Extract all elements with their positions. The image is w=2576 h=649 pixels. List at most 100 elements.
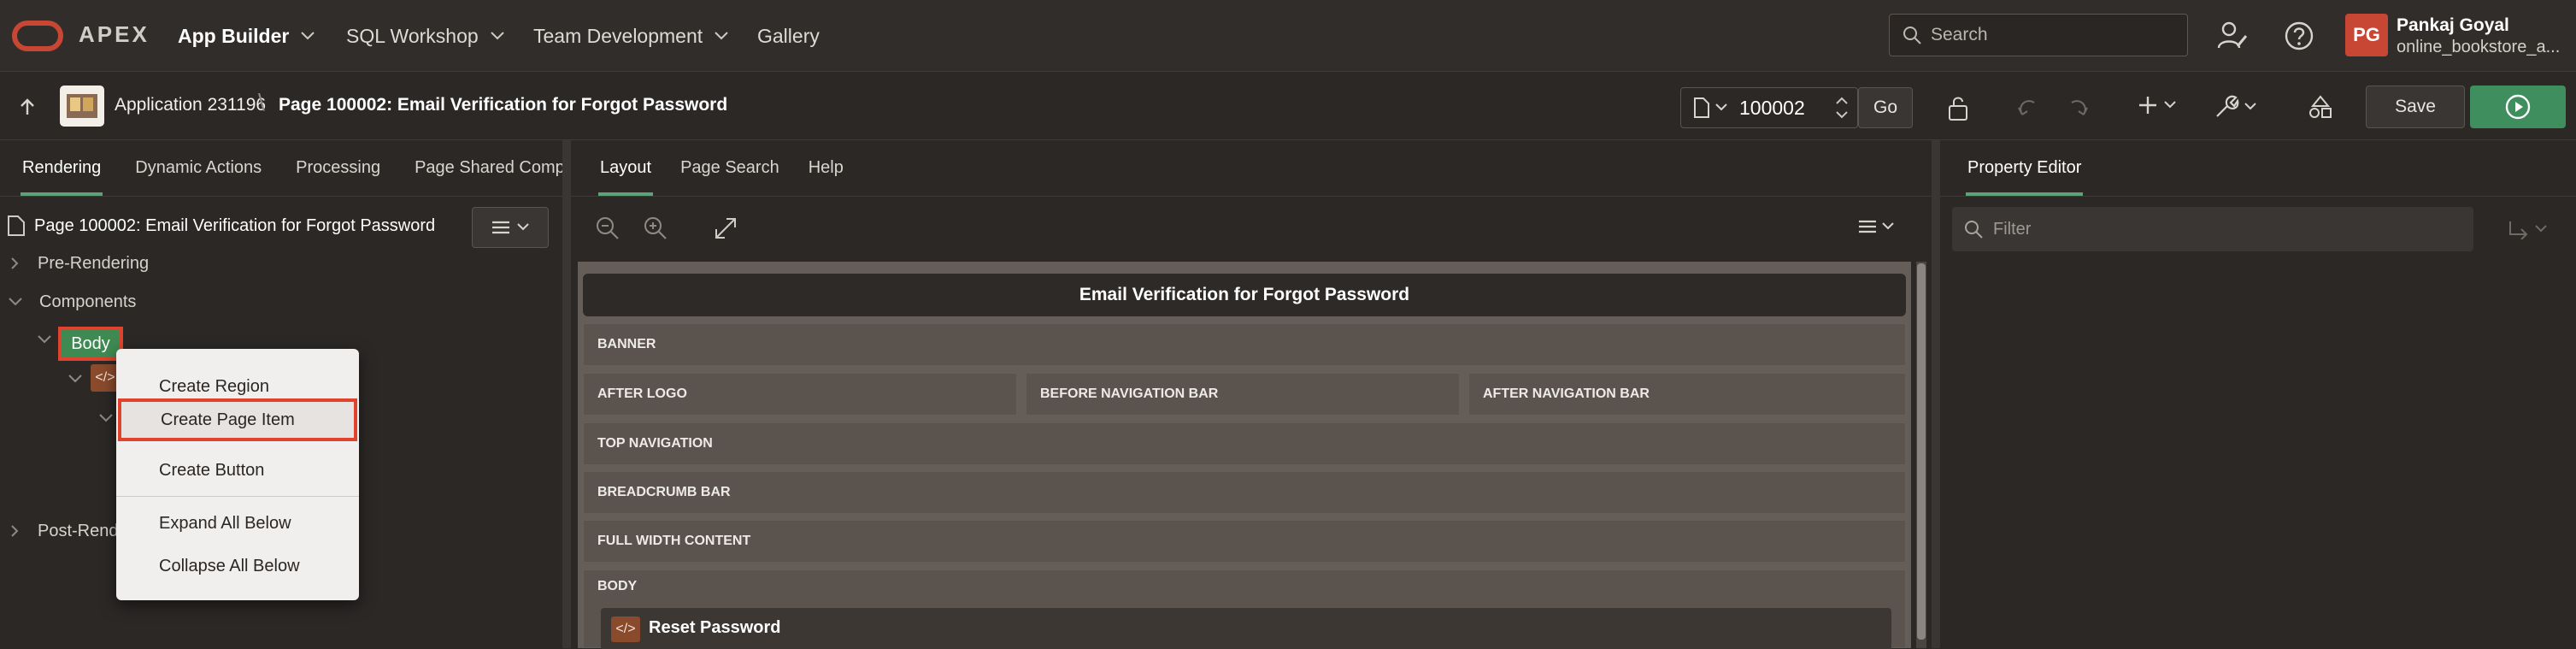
page-icon — [7, 215, 26, 237]
apex-brand[interactable]: APEX — [79, 21, 150, 48]
arrow-return-icon — [2508, 219, 2530, 239]
right-panel: Property Editor Filter — [1940, 140, 2576, 648]
play-icon — [2504, 93, 2532, 121]
filter-placeholder: Filter — [1993, 219, 2032, 239]
chevron-down-icon[interactable] — [38, 335, 51, 344]
application-breadcrumb[interactable]: Application 231196 — [115, 95, 266, 115]
tree-root-page[interactable]: Page 100002: Email Verification for Forg… — [7, 209, 435, 243]
menu-item-collapse-all-below[interactable]: Collapse All Below — [116, 546, 359, 587]
region-banner[interactable]: BANNER — [583, 323, 1906, 366]
center-panel-tabs: Layout Page Search Help — [571, 140, 1932, 197]
tree-label: Components — [39, 292, 137, 311]
menu-item-create-button[interactable]: Create Button — [116, 450, 359, 491]
help-icon[interactable] — [2284, 21, 2314, 51]
page-designer-toolbar: Application 231196 \ Page 100002: Email … — [0, 72, 2576, 140]
plus-icon — [2137, 94, 2159, 116]
chevron-down-icon — [2164, 101, 2176, 109]
chevron-right-icon — [10, 257, 19, 270]
region-after-navigation-bar[interactable]: AFTER NAVIGATION BAR — [1468, 373, 1906, 416]
layout-menu-button[interactable] — [1858, 219, 1894, 234]
search-icon — [1902, 25, 1922, 45]
scrollbar-thumb[interactable] — [1917, 263, 1926, 640]
nav-sql-workshop[interactable]: SQL Workshop — [346, 0, 504, 72]
zoom-in-icon[interactable] — [643, 215, 668, 241]
run-page-button[interactable] — [2470, 86, 2566, 128]
chevron-down-icon — [1882, 222, 1894, 231]
nav-label: App Builder — [178, 24, 290, 47]
expand-icon[interactable] — [713, 215, 738, 241]
undo-icon[interactable] — [2015, 96, 2041, 121]
tree-root-label: Page 100002: Email Verification for Forg… — [34, 215, 436, 235]
region-breadcrumb-bar[interactable]: BREADCRUMB BAR — [583, 471, 1906, 514]
tree-node-components[interactable]: Components — [9, 285, 136, 319]
tab-page-shared-components[interactable]: Page Shared Compor — [392, 140, 562, 196]
user-name[interactable]: Pankaj Goyal — [2397, 15, 2509, 36]
region-icon: </> — [91, 364, 120, 392]
region-card-reset-password[interactable]: </> Reset Password — [601, 608, 1891, 649]
wrench-icon — [2214, 94, 2239, 120]
region-before-navigation-bar[interactable]: BEFORE NAVIGATION BAR — [1026, 373, 1460, 416]
nav-label: Team Development — [533, 24, 703, 47]
tree-node-post-rendering[interactable]: Post-Rend — [10, 514, 119, 548]
property-filter-input[interactable]: Filter — [1952, 207, 2473, 251]
tree-label: Post-Rend — [38, 521, 119, 540]
layout-canvas: Email Verification for Forgot Password B… — [578, 262, 1911, 649]
developer-tools-icon[interactable] — [2217, 21, 2248, 51]
region-after-logo[interactable]: AFTER LOGO — [583, 373, 1017, 416]
tab-page-search[interactable]: Page Search — [663, 140, 791, 196]
utilities-menu-button[interactable] — [2214, 94, 2256, 120]
chevron-down-icon — [301, 32, 315, 40]
page-stepper-icon[interactable] — [1833, 93, 1850, 122]
region-top-navigation[interactable]: TOP NAVIGATION — [583, 422, 1906, 465]
zoom-out-icon[interactable] — [595, 215, 620, 241]
go-button[interactable]: Go — [1858, 87, 1913, 128]
workspace-name: online_bookstore_a... — [2397, 38, 2561, 56]
chevron-right-icon — [10, 524, 19, 538]
nav-gallery[interactable]: Gallery — [757, 0, 820, 72]
go-to-group-button[interactable] — [2508, 219, 2547, 239]
oracle-logo-icon[interactable] — [12, 21, 63, 51]
redo-icon[interactable] — [2065, 96, 2091, 121]
tree-node-pre-rendering[interactable]: Pre-Rendering — [10, 246, 149, 280]
chevron-down-icon[interactable] — [68, 375, 82, 383]
chevron-down-icon — [9, 298, 22, 306]
tab-layout[interactable]: Layout — [588, 140, 663, 196]
region-body[interactable]: BODY </> Reset Password — [583, 569, 1906, 649]
tree-node-body[interactable]: Body — [58, 327, 123, 361]
center-panel: Layout Page Search Help Email Verificati… — [571, 140, 1932, 649]
breadcrumb-separator: \ — [258, 89, 265, 115]
application-icon[interactable] — [60, 86, 104, 127]
user-avatar[interactable]: PG — [2345, 14, 2388, 56]
tab-rendering[interactable]: Rendering — [10, 140, 113, 196]
region-icon: </> — [611, 617, 640, 642]
region-full-width-content[interactable]: FULL WIDTH CONTENT — [583, 520, 1906, 563]
layout-scrollbar[interactable] — [1916, 262, 1926, 648]
page-selector[interactable]: 100002 — [1680, 87, 1858, 128]
search-icon — [1964, 220, 1983, 239]
tab-processing[interactable]: Processing — [273, 140, 392, 196]
tree-menu-button[interactable] — [472, 207, 549, 248]
nav-label: SQL Workshop — [346, 24, 479, 47]
arrow-up-icon[interactable] — [19, 97, 36, 116]
create-menu-button[interactable] — [2137, 94, 2176, 116]
shared-components-icon[interactable] — [2308, 94, 2333, 120]
nav-team-development[interactable]: Team Development — [533, 0, 728, 72]
panel-splitter[interactable] — [1932, 140, 1940, 648]
menu-item-create-page-item[interactable]: Create Page Item — [118, 398, 357, 441]
save-button[interactable]: Save — [2366, 86, 2465, 128]
global-search-input[interactable]: Search — [1889, 14, 2188, 56]
chevron-down-icon — [715, 32, 728, 40]
nav-label: Gallery — [757, 24, 820, 47]
region-body-label: BODY — [597, 579, 638, 593]
panel-splitter[interactable] — [562, 140, 571, 648]
nav-app-builder[interactable]: App Builder — [178, 0, 315, 72]
context-menu: Create Region Create Page Item Create Bu… — [116, 349, 359, 600]
chevron-down-icon — [2244, 103, 2256, 111]
menu-item-expand-all-below[interactable]: Expand All Below — [116, 503, 359, 544]
chevron-down-icon[interactable] — [99, 414, 113, 422]
tab-property-editor[interactable]: Property Editor — [1956, 140, 2093, 196]
page-number-field[interactable]: 100002 — [1739, 97, 1805, 120]
lock-page-icon[interactable] — [1947, 96, 1974, 121]
tab-dynamic-actions[interactable]: Dynamic Actions — [113, 140, 273, 196]
tab-help[interactable]: Help — [791, 140, 856, 196]
